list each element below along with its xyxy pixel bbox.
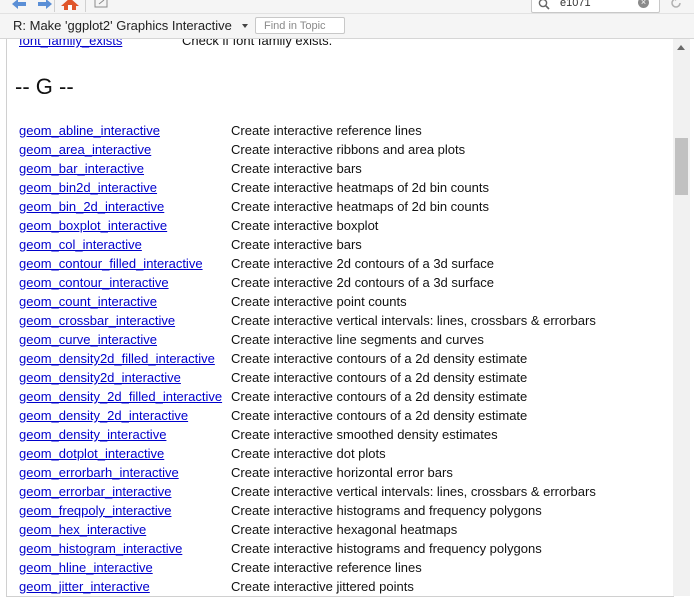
function-description: Create interactive histograms and freque…	[231, 503, 542, 518]
section-heading: -- G --	[15, 74, 74, 99]
function-link[interactable]: geom_bin2d_interactive	[19, 178, 157, 197]
function-description: Create interactive bars	[231, 161, 362, 176]
function-description: Create interactive 2d contours of a 3d s…	[231, 275, 495, 290]
clear-search-icon[interactable]: ×	[638, 0, 649, 8]
function-description: Create interactive smoothed density esti…	[231, 427, 498, 442]
function-description: Create interactive hexagonal heatmaps	[231, 522, 458, 537]
function-description: Create interactive histograms and freque…	[231, 541, 542, 556]
function-description: Create interactive line segments and cur…	[231, 332, 484, 347]
function-description: Check if font family exists.	[182, 39, 333, 48]
help-toolbar: ×	[0, 0, 694, 14]
function-description: Create interactive bars	[231, 237, 362, 252]
find-in-topic-input[interactable]	[255, 17, 345, 34]
function-description: Create interactive heatmaps of 2d bin co…	[231, 180, 489, 195]
function-link[interactable]: geom_contour_interactive	[19, 273, 169, 292]
function-description: Create interactive reference lines	[231, 560, 422, 575]
topic-bar: R: Make 'ggplot2' Graphics Interactive	[0, 14, 694, 39]
function-description: Create interactive contours of a 2d dens…	[231, 408, 528, 423]
help-content: font_family_exists Check if font family …	[6, 39, 674, 597]
function-description: Create interactive ribbons and area plot…	[231, 142, 466, 157]
function-description: Create interactive contours of a 2d dens…	[231, 351, 528, 366]
home-icon[interactable]	[61, 0, 79, 10]
search-icon	[538, 0, 550, 13]
function-link[interactable]: geom_col_interactive	[19, 235, 142, 254]
arrow-right-icon[interactable]	[37, 0, 53, 10]
function-link[interactable]: geom_errorbarh_interactive	[19, 463, 179, 482]
scrollbar-thumb[interactable]	[675, 138, 688, 195]
topic-title-dropdown[interactable]: R: Make 'ggplot2' Graphics Interactive	[13, 18, 232, 33]
function-link[interactable]: geom_freqpoly_interactive	[19, 501, 171, 520]
function-link[interactable]: geom_hline_interactive	[19, 558, 153, 577]
toolbar-separator	[85, 0, 86, 12]
function-link[interactable]: geom_curve_interactive	[19, 330, 157, 349]
function-link[interactable]: geom_density2d_interactive	[19, 368, 181, 387]
function-link[interactable]: geom_jitter_interactive	[19, 577, 150, 596]
function-description: Create interactive reference lines	[231, 123, 422, 138]
scroll-up-icon[interactable]	[677, 45, 685, 50]
toolbar-separator	[54, 0, 55, 12]
vertical-scrollbar[interactable]	[673, 39, 690, 596]
function-link[interactable]: font_family_exists	[19, 39, 122, 48]
function-link[interactable]: geom_density_interactive	[19, 425, 166, 444]
function-description: Create interactive vertical intervals: l…	[231, 313, 596, 328]
function-description: Create interactive jittered points	[231, 579, 414, 594]
function-link[interactable]: geom_histogram_interactive	[19, 539, 182, 558]
function-link[interactable]: geom_errorbar_interactive	[19, 482, 171, 501]
function-description: Create interactive 2d contours of a 3d s…	[231, 256, 495, 271]
function-link[interactable]: geom_density_2d_filled_interactive	[19, 387, 222, 406]
function-description: Create interactive heatmaps of 2d bin co…	[231, 199, 489, 214]
function-description: Create interactive horizontal error bars	[231, 465, 453, 480]
function-link[interactable]: geom_abline_interactive	[19, 121, 160, 140]
arrow-left-icon[interactable]	[11, 0, 27, 10]
search-input[interactable]	[560, 0, 630, 9]
function-description: Create interactive contours of a 2d dens…	[231, 370, 528, 385]
popout-icon[interactable]	[94, 0, 108, 10]
function-link[interactable]: geom_dotplot_interactive	[19, 444, 164, 463]
function-description: Create interactive contours of a 2d dens…	[231, 389, 528, 404]
function-link[interactable]: geom_hex_interactive	[19, 520, 146, 539]
function-link[interactable]: geom_area_interactive	[19, 140, 151, 159]
function-link[interactable]: geom_bin_2d_interactive	[19, 197, 164, 216]
function-link[interactable]: geom_contour_filled_interactive	[19, 254, 203, 273]
function-description: Create interactive point counts	[231, 294, 407, 309]
help-search-box[interactable]: ×	[531, 0, 660, 13]
chevron-down-icon[interactable]	[242, 24, 248, 28]
function-description: Create interactive dot plots	[231, 446, 386, 461]
function-link[interactable]: geom_density2d_filled_interactive	[19, 349, 215, 368]
function-link[interactable]: geom_crossbar_interactive	[19, 311, 175, 330]
function-description: Create interactive vertical intervals: l…	[231, 484, 596, 499]
function-link[interactable]: geom_count_interactive	[19, 292, 157, 311]
function-link[interactable]: geom_boxplot_interactive	[19, 216, 167, 235]
refresh-icon[interactable]	[669, 0, 683, 10]
function-link[interactable]: geom_density_2d_interactive	[19, 406, 188, 425]
function-link[interactable]: geom_bar_interactive	[19, 159, 144, 178]
function-description: Create interactive boxplot	[231, 218, 379, 233]
